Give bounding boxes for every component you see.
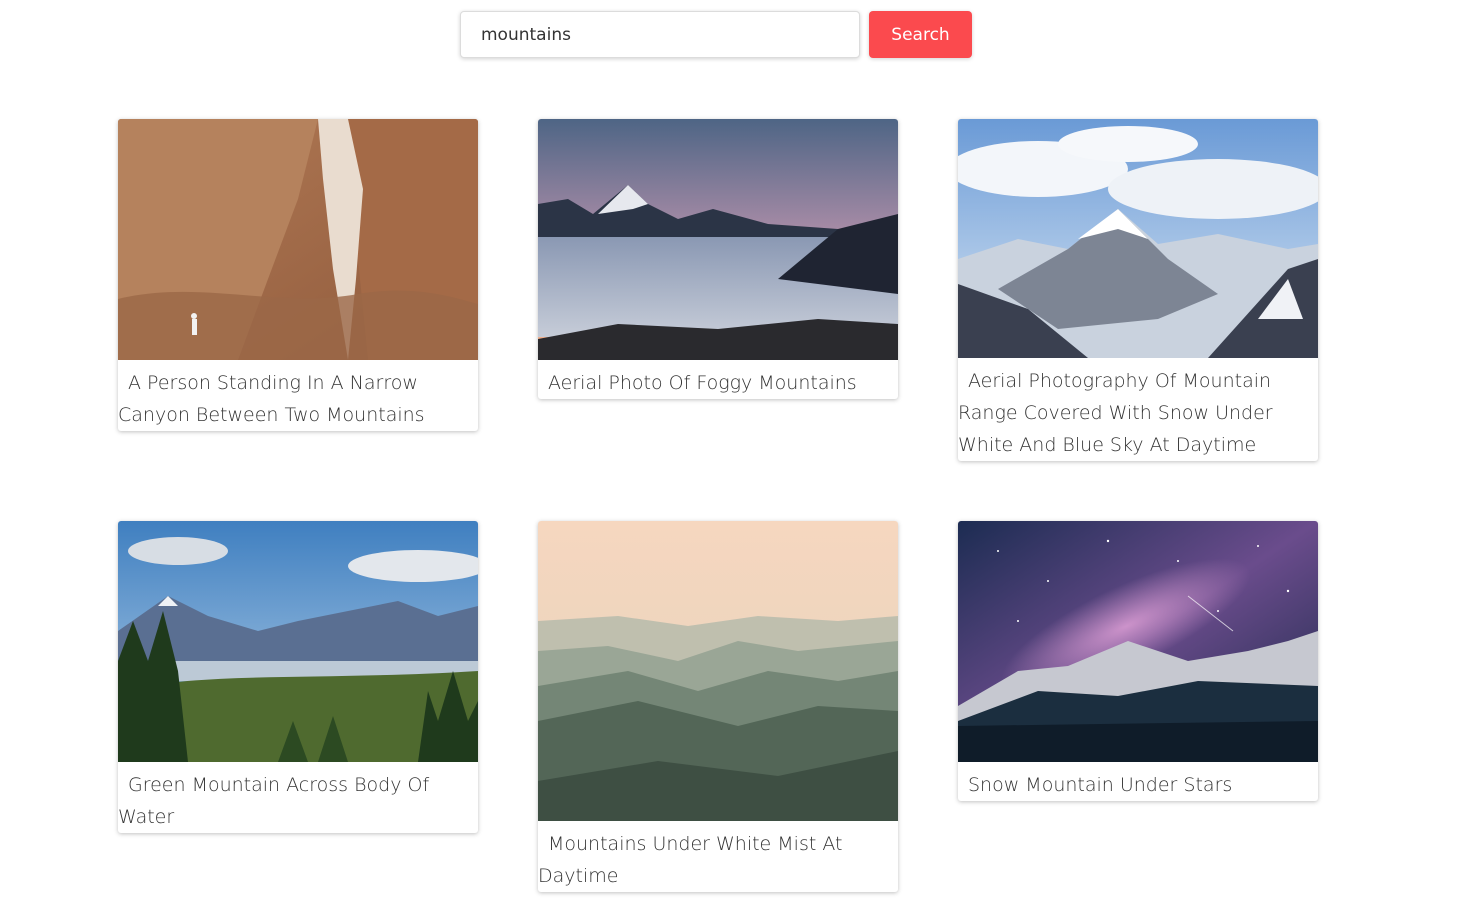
- result-caption: Snow Mountain Under Stars: [968, 774, 1233, 796]
- result-card[interactable]: Green Mountain Across Body Of Water: [118, 521, 478, 833]
- result-caption: Aerial Photo Of Foggy Mountains: [548, 372, 857, 394]
- foggy-mountains-photo: [538, 119, 898, 360]
- result-caption: Green Mountain Across Body Of Water: [118, 774, 430, 828]
- result-card[interactable]: A Person Standing In A Narrow Canyon Bet…: [118, 119, 478, 431]
- result-caption: Mountains Under White Mist At Daytime: [538, 833, 843, 887]
- search-input[interactable]: [460, 11, 860, 58]
- result-card[interactable]: Snow Mountain Under Stars: [958, 521, 1318, 801]
- starry-mountain-photo: [958, 521, 1318, 762]
- green-mountain-photo: [118, 521, 478, 762]
- result-caption: A Person Standing In A Narrow Canyon Bet…: [118, 372, 425, 426]
- result-card[interactable]: Aerial Photography Of Mountain Range Cov…: [958, 119, 1318, 461]
- result-caption: Aerial Photography Of Mountain Range Cov…: [958, 370, 1273, 456]
- canyon-photo: [118, 119, 478, 360]
- result-card[interactable]: Mountains Under White Mist At Daytime: [538, 521, 898, 892]
- snowy-range-photo: [958, 119, 1318, 358]
- result-card[interactable]: Aerial Photo Of Foggy Mountains: [538, 119, 898, 399]
- search-button[interactable]: Search: [869, 11, 972, 58]
- search-bar: Search: [460, 11, 972, 58]
- misty-mountains-photo: [538, 521, 898, 821]
